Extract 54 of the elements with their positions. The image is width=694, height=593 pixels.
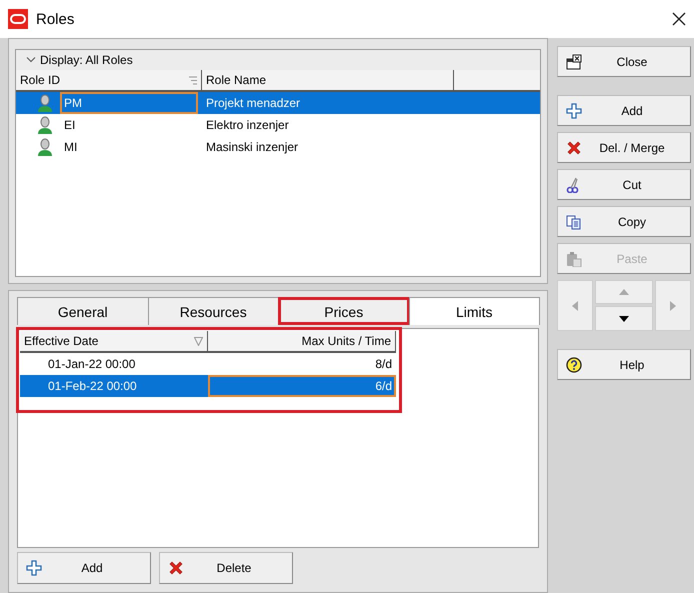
plus-icon [26, 560, 42, 576]
close-icon[interactable] [672, 12, 686, 26]
down-arrow-button[interactable] [595, 306, 653, 331]
table-cell: 6/d [208, 375, 396, 397]
window-title: Roles [36, 10, 76, 28]
column-header[interactable]: Effective Date [20, 331, 208, 351]
table-cell-text: 01-Feb-22 00:00 [47, 378, 138, 395]
tab[interactable]: Resources [148, 297, 279, 325]
table-cell-text: Elektro inzenjer [205, 117, 290, 134]
delete-button[interactable]: Delete [159, 552, 293, 584]
x-icon [168, 560, 184, 576]
filter-icon [194, 336, 203, 346]
chevron-down-icon [26, 56, 36, 64]
column-header[interactable]: Role ID [16, 70, 202, 90]
paste-icon [566, 250, 582, 266]
triangle-icon [670, 300, 676, 310]
table-cell-text: Projekt menadzer [205, 95, 302, 112]
sort-icon [189, 76, 197, 84]
person-icon [36, 138, 54, 156]
person-icon [36, 116, 54, 134]
tab[interactable]: Prices [278, 297, 410, 325]
table-cell: PM [60, 92, 198, 114]
role-row[interactable]: MI Masinski inzenjer [16, 136, 540, 158]
tab[interactable]: General [17, 297, 148, 325]
x-icon [566, 140, 582, 156]
table-cell-text: EI [63, 117, 76, 134]
cut-button[interactable]: Cut [557, 169, 691, 200]
tab[interactable]: Limits [408, 297, 540, 325]
column-header[interactable]: Max Units / Time [208, 331, 396, 351]
help-icon [566, 356, 582, 372]
close-button[interactable]: Close [557, 46, 691, 77]
add-button[interactable]: Add [557, 95, 691, 126]
table-cell-text: Masinski inzenjer [205, 139, 300, 156]
window-close-icon [566, 54, 582, 70]
date-row[interactable]: 01-Feb-22 00:00 6/d [20, 375, 396, 397]
help-button[interactable]: Help [557, 349, 691, 380]
table-cell-text: 8/d [374, 356, 393, 373]
triangle-icon [572, 300, 578, 310]
column-header[interactable]: Role Name [202, 70, 454, 90]
filter-bar[interactable]: Display: All Roles [16, 50, 540, 70]
person-icon [36, 94, 54, 112]
table-cell-text: 01-Jan-22 00:00 [47, 356, 136, 373]
app-logo-icon [8, 9, 28, 29]
add-button[interactable]: Add [17, 552, 151, 584]
triangle-icon [619, 289, 629, 295]
copy-icon [566, 214, 582, 230]
plus-icon [566, 102, 582, 118]
role-row[interactable]: PM Projekt menadzer [16, 92, 540, 114]
date-row[interactable]: 01-Jan-22 00:00 8/d [20, 353, 396, 375]
triangle-icon [619, 316, 629, 322]
delete-button[interactable]: Del. / Merge [557, 132, 691, 163]
role-row[interactable]: EI Elektro inzenjer [16, 114, 540, 136]
table-cell-text: MI [63, 139, 78, 156]
copy-button[interactable]: Copy [557, 206, 691, 237]
